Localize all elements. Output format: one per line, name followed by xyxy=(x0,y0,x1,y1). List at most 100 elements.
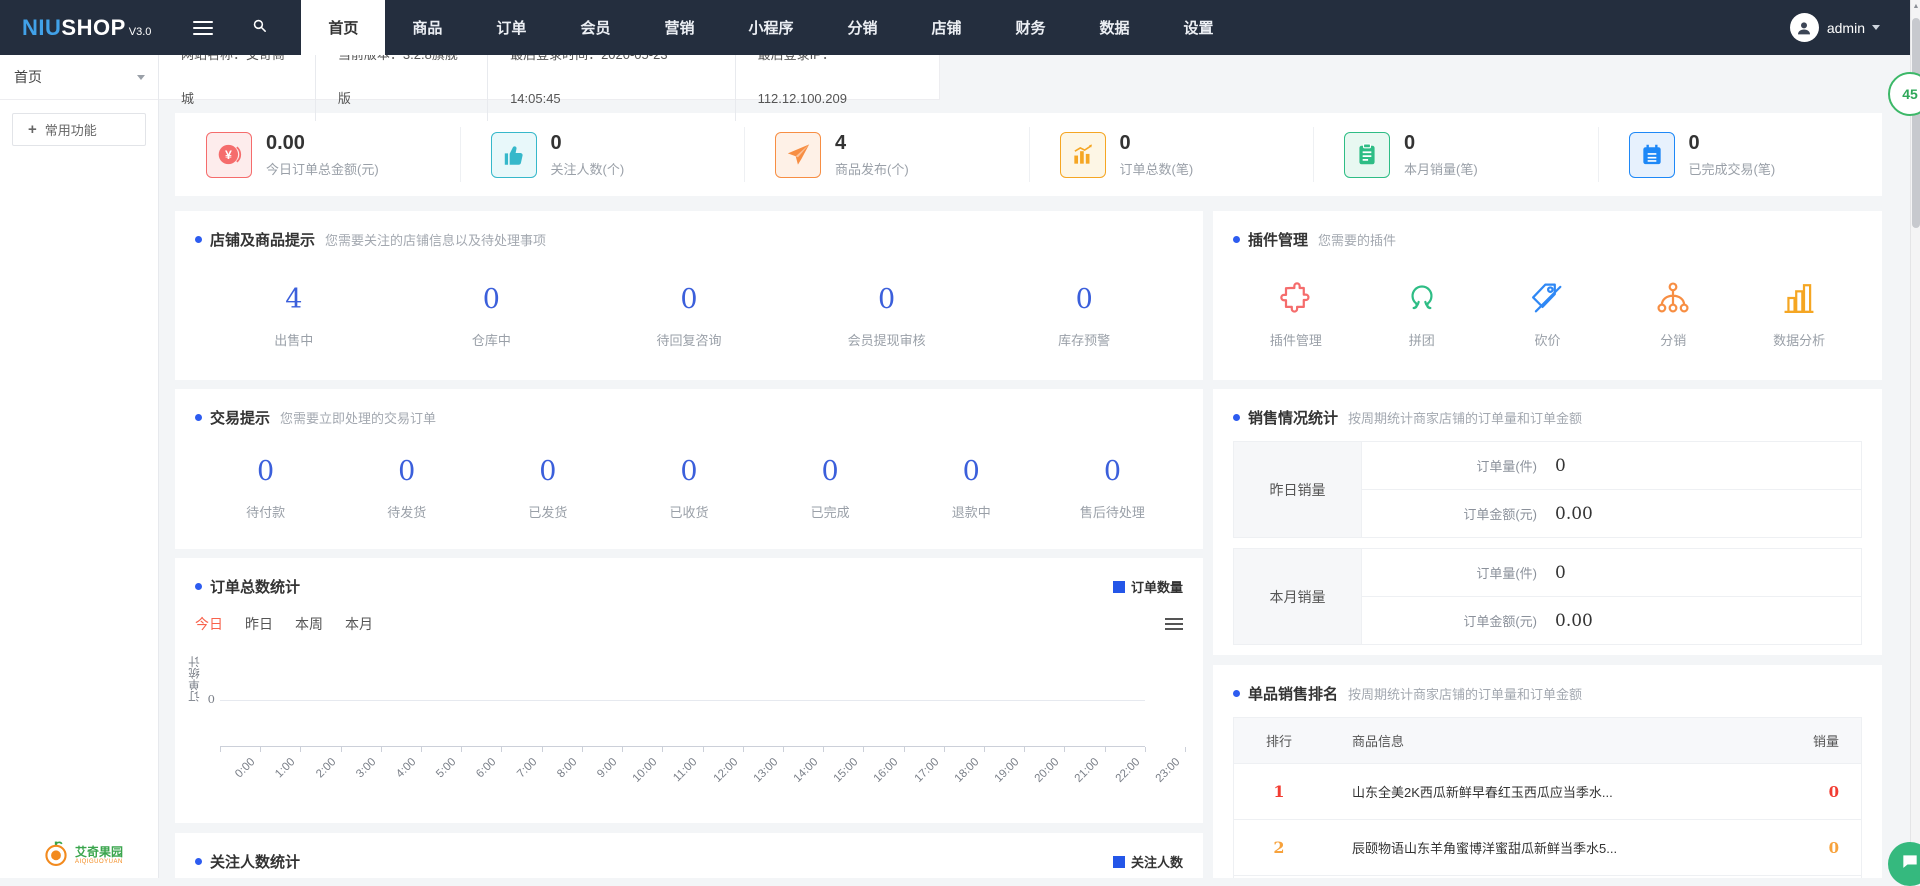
x-axis-line xyxy=(220,746,1145,747)
tip-label: 退款中 xyxy=(901,502,1042,521)
user-menu[interactable]: admin xyxy=(1790,13,1880,42)
x-axis-tick xyxy=(622,747,623,752)
shop-tip-pending-replies[interactable]: 0待回复咨询 xyxy=(590,284,788,349)
plugin-data-analysis[interactable]: 数据分析 xyxy=(1736,276,1862,349)
shop-tips-subtitle: 您需要关注的店铺信息以及待处理事项 xyxy=(325,230,546,249)
tip-label: 已发货 xyxy=(477,502,618,521)
plugin-distribution[interactable]: 分销 xyxy=(1610,276,1736,349)
gridline xyxy=(220,700,1145,701)
floating-chat-button[interactable] xyxy=(1888,842,1920,886)
clipboard-icon xyxy=(1344,132,1390,178)
svg-text:¥: ¥ xyxy=(224,148,231,162)
x-axis-label: 7:00 xyxy=(515,756,539,780)
x-axis-label: 15:00 xyxy=(832,756,861,785)
bullet-icon xyxy=(195,236,202,243)
bullet-icon xyxy=(1233,690,1240,697)
x-axis-label: 4:00 xyxy=(394,756,418,780)
x-axis-label: 10:00 xyxy=(631,756,660,785)
footer-logo-subtext: AIQIGUOYUAN xyxy=(75,859,123,865)
bar-chart-icon xyxy=(1060,132,1106,178)
order-chart-period-tabs: 今日 昨日 本周 本月 xyxy=(195,614,1183,634)
x-axis-tick xyxy=(743,747,744,752)
logo-version: V3.0 xyxy=(129,26,152,38)
menu-toggle-button[interactable] xyxy=(175,0,231,55)
shop-tip-stock-warning[interactable]: 0 库存预警 xyxy=(985,284,1183,349)
sales-metric-label: 订单量(件) xyxy=(1362,563,1537,582)
sales-count: 0 xyxy=(1773,839,1861,857)
trade-tips-title: 交易提示 xyxy=(210,407,270,428)
trade-tip-completed[interactable]: 0已完成 xyxy=(760,456,901,521)
search-button[interactable] xyxy=(231,0,287,55)
stat-label: 今日订单总金额(元) xyxy=(266,159,379,178)
stat-value: 0 xyxy=(1120,132,1194,154)
followers-chart-title: 关注人数统计 xyxy=(210,851,300,872)
trade-tip-refunding[interactable]: 0退款中 xyxy=(901,456,1042,521)
x-axis-label: 16:00 xyxy=(872,756,901,785)
plugin-label: 数据分析 xyxy=(1736,330,1862,349)
rank-number: 1 xyxy=(1234,782,1324,801)
shop-tip-on-sale[interactable]: 4出售中 xyxy=(195,284,393,349)
plugin-group-buy[interactable]: 拼团 xyxy=(1359,276,1485,349)
main-nav: 首页商品订单会员营销小程序分销店铺财务数据设置 xyxy=(301,0,1240,55)
add-quick-function-button[interactable]: + 常用功能 xyxy=(12,113,146,146)
sales-metric-value: 0.00 xyxy=(1555,504,1593,524)
sales-metric-row: 订单量(件)0 xyxy=(1362,549,1861,596)
nav-item-members[interactable]: 会员 xyxy=(553,0,637,55)
scrollbar-thumb[interactable] xyxy=(1912,18,1920,228)
scroll-up-arrow[interactable]: ▲ xyxy=(1912,2,1920,12)
plugin-bargain[interactable]: 砍价 xyxy=(1485,276,1611,349)
left-sidebar: 首页 + 常用功能 艾奇果园 AIQIGUOYUAN xyxy=(0,55,159,878)
chart-tab-today[interactable]: 今日 xyxy=(195,614,223,634)
tip-value: 0 xyxy=(985,284,1183,315)
nav-item-home[interactable]: 首页 xyxy=(301,0,385,55)
search-icon xyxy=(251,17,268,39)
ranking-row-2[interactable]: 2辰颐物语山东羊角蜜博洋蜜甜瓜新鲜当季水5...0 xyxy=(1234,820,1861,876)
stat-label: 已完成交易(笔) xyxy=(1689,159,1776,178)
nav-item-settings[interactable]: 设置 xyxy=(1157,0,1241,55)
trade-tip-pending-shipment[interactable]: 0待发货 xyxy=(336,456,477,521)
chart-tab-this-month[interactable]: 本月 xyxy=(345,614,373,634)
x-axis-tick xyxy=(421,747,422,752)
paper-plane-icon xyxy=(775,132,821,178)
stat-value: 0 xyxy=(551,132,625,154)
nav-item-finance[interactable]: 财务 xyxy=(989,0,1073,55)
plugin-plugin-manage[interactable]: 插件管理 xyxy=(1233,276,1359,349)
nav-item-data[interactable]: 数据 xyxy=(1073,0,1157,55)
nav-item-marketing[interactable]: 营销 xyxy=(637,0,721,55)
chevron-down-icon xyxy=(1872,25,1880,30)
stat-label: 本月销量(笔) xyxy=(1404,159,1478,178)
tip-value: 0 xyxy=(618,456,759,487)
nav-item-orders[interactable]: 订单 xyxy=(469,0,553,55)
trade-tip-after-sale[interactable]: 0售后待处理 xyxy=(1042,456,1183,521)
mascot-icon xyxy=(42,839,70,872)
rank-number: 2 xyxy=(1234,838,1324,857)
nav-item-shop[interactable]: 店铺 xyxy=(905,0,989,55)
nav-item-distribution[interactable]: 分销 xyxy=(820,0,904,55)
chart-tab-this-week[interactable]: 本周 xyxy=(295,614,323,634)
chevron-down-icon xyxy=(137,75,145,80)
bullet-icon xyxy=(195,858,202,865)
chart-tab-yesterday[interactable]: 昨日 xyxy=(245,614,273,634)
page-scrollbar[interactable]: ▲ ▼ xyxy=(1910,0,1920,878)
tip-label: 库存预警 xyxy=(985,330,1183,349)
sales-group: 昨日销量订单量(件)0订单金额(元)0.00 xyxy=(1233,441,1862,538)
trade-tip-pending-payment[interactable]: 0待付款 xyxy=(195,456,336,521)
shop-tip-withdraw-review[interactable]: 0会员提现审核 xyxy=(788,284,986,349)
sales-period-label: 本月销量 xyxy=(1234,549,1362,644)
sidebar-section-select[interactable]: 首页 xyxy=(0,55,158,100)
trade-tip-received[interactable]: 0已收货 xyxy=(618,456,759,521)
x-axis-label: 9:00 xyxy=(595,756,619,780)
ranking-row-1[interactable]: 1山东全美2K西瓜新鲜早春红玉西瓜应当季水...0 xyxy=(1234,764,1861,820)
tip-value: 0 xyxy=(590,284,788,315)
nav-item-goods[interactable]: 商品 xyxy=(385,0,469,55)
x-axis-tick xyxy=(823,747,824,752)
x-axis-tick xyxy=(1105,747,1106,752)
nav-item-mini-program[interactable]: 小程序 xyxy=(721,0,820,55)
quick-function-label: 常用功能 xyxy=(45,120,97,139)
chart-menu-icon[interactable] xyxy=(1165,615,1183,633)
x-axis-label: 6:00 xyxy=(475,756,499,780)
trade-tip-shipped[interactable]: 0已发货 xyxy=(477,456,618,521)
shop-tip-in-stock[interactable]: 0仓库中 xyxy=(393,284,591,349)
logo-shop: SHOP xyxy=(61,15,125,41)
username: admin xyxy=(1827,20,1865,36)
